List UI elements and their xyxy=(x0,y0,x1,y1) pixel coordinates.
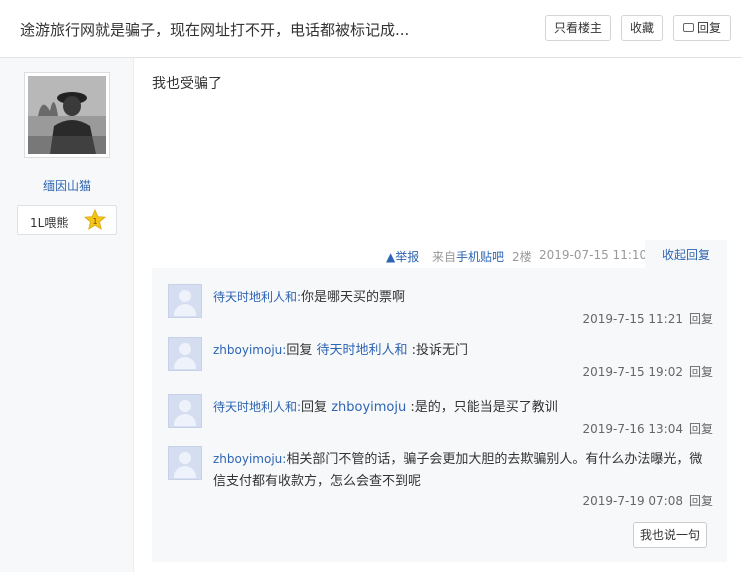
reply-link[interactable]: 回复 xyxy=(689,312,713,326)
reply-link[interactable]: 回复 xyxy=(689,494,713,508)
post-source: 来自手机贴吧 xyxy=(432,248,504,265)
reply-target[interactable]: 待天时地利人和 xyxy=(316,343,407,358)
source-link[interactable]: 手机贴吧 xyxy=(456,250,504,264)
reply-body: :投诉无门 xyxy=(407,343,468,358)
level-text: 1L喂熊 xyxy=(30,216,69,230)
author-name[interactable]: 缅因山猫 xyxy=(0,177,134,194)
reply-footer: 2019-7-15 19:02 回复 xyxy=(582,363,713,380)
collapse-replies-button[interactable]: 收起回复 xyxy=(645,240,727,270)
reply-time: 2019-7-15 19:02 xyxy=(582,365,683,379)
comment-icon xyxy=(682,23,694,32)
reply-time: 2019-7-19 07:08 xyxy=(582,494,683,508)
reply-prefix: 回复 xyxy=(286,343,317,358)
reply-time: 2019-7-16 13:04 xyxy=(582,422,683,436)
report-link[interactable]: ▲举报 xyxy=(386,248,419,265)
reply-user[interactable]: zhboyimoju: xyxy=(213,452,286,466)
favorite-button[interactable]: 收藏 xyxy=(621,15,663,41)
reply-text: zhboyimoju:回复 待天时地利人和 :投诉无门 xyxy=(213,339,713,362)
reply-user[interactable]: 待天时地利人和: xyxy=(213,400,301,414)
reply-prefix: 回复 xyxy=(301,400,332,415)
reply-list: 待天时地利人和:你是哪天买的票啊 2019-7-15 11:21 回复 zhboy… xyxy=(152,268,727,562)
thread-title: 途游旅行网就是骗子，现在网址打不开，电话都被标记成... xyxy=(20,21,410,39)
post-time: 2019-07-15 11:10 xyxy=(539,248,648,262)
reply-time: 2019-7-15 11:21 xyxy=(582,312,683,326)
say-something-button[interactable]: 我也说一句 xyxy=(633,522,707,548)
report-label: 举报 xyxy=(395,250,420,264)
reply-button-label: 回复 xyxy=(696,21,721,35)
post-content: 我也受骗了 xyxy=(152,76,222,92)
level-number: 1 xyxy=(92,217,97,226)
only-op-button[interactable]: 只看楼主 xyxy=(545,15,611,41)
reply-avatar[interactable] xyxy=(168,337,202,371)
reply-link[interactable]: 回复 xyxy=(689,422,713,436)
reply-avatar[interactable] xyxy=(168,394,202,428)
reply-link[interactable]: 回复 xyxy=(689,365,713,379)
star-badge-icon: 1 xyxy=(84,209,106,230)
author-sidebar: 缅因山猫 1L喂熊 1 xyxy=(0,58,134,572)
avatar[interactable] xyxy=(24,72,110,158)
reply-footer: 2019-7-16 13:04 回复 xyxy=(582,420,713,437)
reply-target[interactable]: zhboyimoju xyxy=(331,400,406,415)
reply-text: zhboyimoju:相关部门不管的话，骗子会更加大胆的去欺骗别人。有什么办法曝… xyxy=(213,448,713,493)
avatar-image xyxy=(28,76,106,154)
reply-body: :是的，只能当是买了教训 xyxy=(406,400,558,415)
thread-header: 途游旅行网就是骗子，现在网址打不开，电话都被标记成... 只看楼主 收藏 回复 xyxy=(0,0,742,58)
reply-user[interactable]: zhboyimoju: xyxy=(213,343,286,357)
level-badge[interactable]: 1L喂熊 1 xyxy=(17,205,117,235)
reply-button[interactable]: 回复 xyxy=(673,15,731,41)
source-prefix: 来自 xyxy=(432,250,457,264)
reply-footer: 2019-7-15 11:21 回复 xyxy=(582,310,713,327)
warning-triangle-icon: ▲ xyxy=(386,250,396,264)
reply-body: 你是哪天买的票啊 xyxy=(301,290,406,305)
reply-text: 待天时地利人和:你是哪天买的票啊 xyxy=(213,286,713,309)
reply-footer: 2019-7-19 07:08 回复 xyxy=(582,492,713,509)
reply-avatar[interactable] xyxy=(168,284,202,318)
floor-number: 2楼 xyxy=(512,250,532,264)
reply-user[interactable]: 待天时地利人和: xyxy=(213,290,301,304)
reply-text: 待天时地利人和:回复 zhboyimoju :是的，只能当是买了教训 xyxy=(213,396,713,419)
reply-body: 相关部门不管的话，骗子会更加大胆的去欺骗别人。有什么办法曝光，微信支付都有收款方… xyxy=(213,452,703,489)
reply-avatar[interactable] xyxy=(168,446,202,480)
